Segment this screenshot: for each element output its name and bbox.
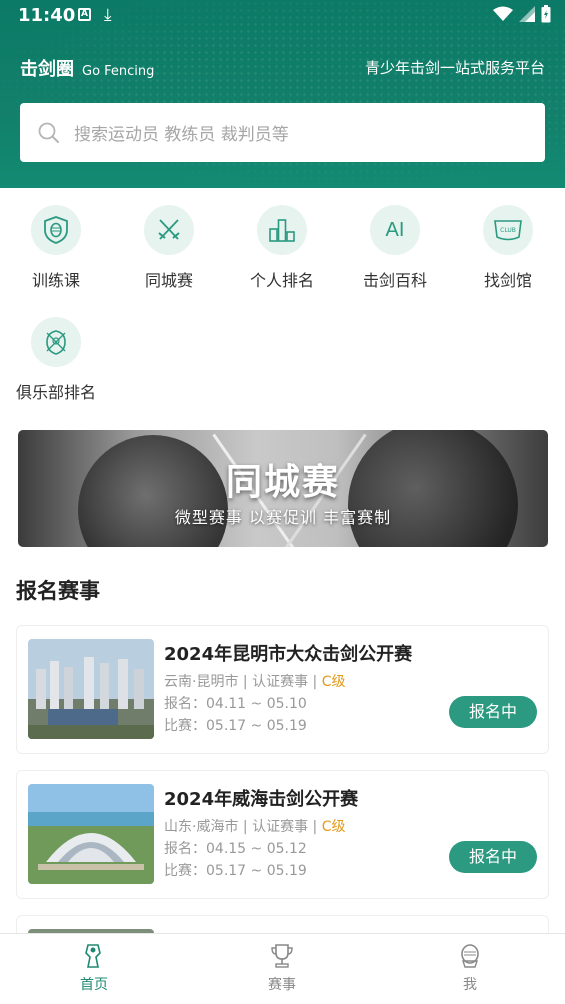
event-category: 认证赛事 xyxy=(252,819,309,835)
meta-separator: | xyxy=(238,819,253,835)
brand: 击剑圈 Go Fencing xyxy=(20,55,154,81)
event-match-dates: 比赛：05.17 ~ 05.19 xyxy=(164,718,307,734)
event-location: 云南·昆明市 xyxy=(164,674,239,690)
tab-bar: 首页 赛事 我 xyxy=(0,933,565,1004)
quick-link-label: 俱乐部排名 xyxy=(15,383,96,402)
event-signup-dates: 报名：04.15 ~ 05.12 xyxy=(164,841,307,857)
shield-mask-icon xyxy=(31,205,81,255)
brand-name-cn: 击剑圈 xyxy=(20,59,74,80)
meta-separator: | xyxy=(308,819,322,835)
quick-link-find-club[interactable]: CLUB 找剑馆 xyxy=(453,205,563,291)
event-location: 山东·威海市 xyxy=(164,819,239,835)
quick-link-ranking[interactable]: 个人排名 xyxy=(227,205,337,291)
home-fencer-icon xyxy=(34,942,154,970)
quick-link-label: 找剑馆 xyxy=(483,271,532,290)
status-time: 11:40 xyxy=(18,5,76,26)
trophy-icon xyxy=(222,942,342,970)
event-meta: 云南·昆明市 | 认证赛事 | C级 xyxy=(164,671,345,691)
bar-ranking-icon xyxy=(257,205,307,255)
status-bar: 11:40 A ⤓ xyxy=(0,0,565,32)
event-level: C级 xyxy=(321,819,346,835)
ai-icon: AI xyxy=(370,205,420,255)
search-icon xyxy=(38,122,59,143)
tab-label: 赛事 xyxy=(268,977,296,993)
tab-me[interactable]: 我 xyxy=(410,942,530,994)
club-crest-icon xyxy=(31,317,81,367)
club-icon: CLUB xyxy=(483,205,533,255)
event-level: C级 xyxy=(321,674,346,690)
search-placeholder[interactable]: 搜索运动员 教练员 裁判员等 xyxy=(74,120,289,145)
download-icon: ⤓ xyxy=(104,5,112,25)
wifi-icon xyxy=(493,6,513,21)
search-bar[interactable]: 搜索运动员 教练员 裁判员等 xyxy=(20,103,545,162)
event-name: 2024年昆明市大众击剑公开赛 xyxy=(164,644,413,665)
quick-link-encyclopedia[interactable]: AI 击剑百科 xyxy=(340,205,450,291)
quick-link-local-match[interactable]: 同城赛 xyxy=(114,205,224,291)
brand-name-en: Go Fencing xyxy=(82,64,155,79)
status-icons xyxy=(493,5,551,23)
promo-banner[interactable]: 同城赛 微型赛事 以赛促训 丰富赛制 xyxy=(18,430,548,547)
quick-link-label: 同城赛 xyxy=(144,271,193,290)
notification-a-icon: A xyxy=(78,8,91,21)
tab-events[interactable]: 赛事 xyxy=(222,942,342,994)
event-name: 2024年威海击剑公开赛 xyxy=(164,789,359,810)
meta-separator: | xyxy=(238,674,253,690)
event-category: 认证赛事 xyxy=(252,674,309,690)
quick-link-label: 击剑百科 xyxy=(362,271,427,290)
quick-link-training[interactable]: 训练课 xyxy=(1,205,111,291)
tab-label: 首页 xyxy=(80,977,108,993)
quick-link-label: 个人排名 xyxy=(249,271,314,290)
header: 11:40 A ⤓ 击剑圈 Go Fencing 青少年击剑一站式服务平台 搜索… xyxy=(0,0,565,188)
event-match-dates: 比赛：05.17 ~ 05.19 xyxy=(164,863,307,879)
crossed-swords-icon xyxy=(144,205,194,255)
slogan: 青少年击剑一站式服务平台 xyxy=(364,59,545,77)
tab-home[interactable]: 首页 xyxy=(34,942,154,994)
event-thumbnail xyxy=(28,784,154,884)
banner-title: 同城赛 xyxy=(225,462,340,503)
register-button[interactable]: 报名中 xyxy=(449,696,537,728)
event-thumbnail xyxy=(28,639,154,739)
quick-link-club-ranking[interactable]: 俱乐部排名 xyxy=(1,317,111,403)
quick-link-label: 训练课 xyxy=(31,271,80,290)
event-meta: 山东·威海市 | 认证赛事 | C级 xyxy=(164,816,345,836)
event-card[interactable]: 2024年昆明市大众击剑公开赛 云南·昆明市 | 认证赛事 | C级 报名：04… xyxy=(16,625,549,754)
register-button[interactable]: 报名中 xyxy=(449,841,537,873)
svg-text:CLUB: CLUB xyxy=(500,227,516,234)
signal-icon xyxy=(519,6,535,22)
meta-separator: | xyxy=(308,674,322,690)
fencer-mask-icon xyxy=(410,942,530,970)
section-title: 报名赛事 xyxy=(16,579,100,603)
banner-subtitle: 微型赛事 以赛促训 丰富赛制 xyxy=(174,508,392,527)
tab-label: 我 xyxy=(463,977,477,993)
event-card[interactable]: 2024年威海击剑公开赛 山东·威海市 | 认证赛事 | C级 报名：04.15… xyxy=(16,770,549,899)
event-signup-dates: 报名：04.11 ~ 05.10 xyxy=(164,696,307,712)
battery-icon xyxy=(541,5,551,23)
